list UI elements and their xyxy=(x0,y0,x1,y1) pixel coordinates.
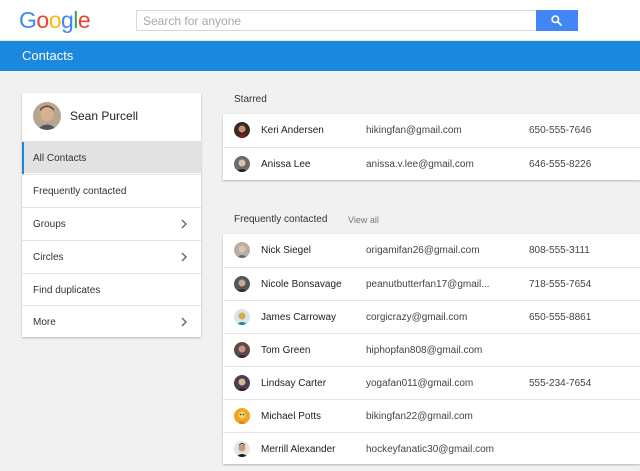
navigation-card: Sean Purcell All Contacts Frequently con… xyxy=(22,93,201,337)
avatar xyxy=(234,156,250,172)
contact-email[interactable]: corgicrazy@gmail.com xyxy=(366,312,467,323)
starred-card: Keri Andersen hikingfan@gmail.com 650-55… xyxy=(223,114,640,180)
nav-item-label: Find duplicates xyxy=(33,285,101,296)
chevron-right-icon xyxy=(181,219,187,229)
avatar xyxy=(234,122,250,138)
avatar xyxy=(234,342,250,358)
contact-row[interactable]: Anissa Lee anissa.v.lee@gmail.com 646-55… xyxy=(223,147,640,180)
contact-email[interactable]: anissa.v.lee@gmail.com xyxy=(366,159,474,170)
contact-row[interactable]: Merrill Alexander hockeyfanatic30@gmail.… xyxy=(223,432,640,465)
avatar xyxy=(234,242,250,258)
contact-email[interactable]: peanutbutterfan17@gmail... xyxy=(366,279,490,290)
contact-name: Nick Siegel xyxy=(261,245,312,256)
nav-item-label: All Contacts xyxy=(33,153,87,164)
nav-item-more[interactable]: More xyxy=(22,305,201,337)
logo-letter: e xyxy=(77,7,91,33)
contact-row[interactable]: Tom Green hiphopfan808@gmail.com xyxy=(223,333,640,366)
avatar xyxy=(234,276,250,292)
nav-item-label: Circles xyxy=(33,252,64,263)
contact-row[interactable]: Lindsay Carter yogafan011@gmail.com 555-… xyxy=(223,366,640,399)
logo-letter: G xyxy=(19,7,37,33)
contact-email[interactable]: yogafan011@gmail.com xyxy=(366,378,473,389)
nav-item-frequently-contacted[interactable]: Frequently contacted xyxy=(22,174,201,206)
starred-heading: Starred xyxy=(234,94,267,105)
contact-email[interactable]: hiphopfan808@gmail.com xyxy=(366,345,482,356)
nav-item-label: Groups xyxy=(33,219,66,230)
contact-row[interactable]: Nick Siegel origamifan26@gmail.com 808-5… xyxy=(223,234,640,267)
contact-phone[interactable]: 650-555-7646 xyxy=(529,125,591,136)
page-title: Contacts xyxy=(22,48,74,63)
contact-row[interactable]: Keri Andersen hikingfan@gmail.com 650-55… xyxy=(223,114,640,147)
contact-row[interactable]: James Carroway corgicrazy@gmail.com 650-… xyxy=(223,300,640,333)
profile-header[interactable]: Sean Purcell xyxy=(22,93,201,141)
contact-name: James Carroway xyxy=(261,312,337,323)
logo-letter: g xyxy=(60,7,74,33)
search-button[interactable] xyxy=(536,10,578,31)
logo-letter: o xyxy=(48,7,62,33)
logo-letter: o xyxy=(36,7,49,33)
contact-phone[interactable]: 646-555-8226 xyxy=(529,159,591,170)
frequent-heading: Frequently contacted xyxy=(234,214,328,225)
contact-row[interactable]: Nicole Bonsavage peanutbutterfan17@gmail… xyxy=(223,267,640,300)
avatar xyxy=(234,375,250,391)
search-box xyxy=(136,10,578,31)
nav-item-circles[interactable]: Circles xyxy=(22,240,201,272)
contact-name: Lindsay Carter xyxy=(261,378,327,389)
contact-phone[interactable]: 650-555-8861 xyxy=(529,312,591,323)
contact-phone[interactable]: 718-555-7654 xyxy=(529,279,591,290)
search-input[interactable] xyxy=(137,11,537,30)
frequent-card: Nick Siegel origamifan26@gmail.com 808-5… xyxy=(223,234,640,464)
top-bar: Google xyxy=(0,0,640,41)
contact-phone[interactable]: 555-234-7654 xyxy=(529,378,591,389)
contact-name: Merrill Alexander xyxy=(261,444,336,455)
contact-email[interactable]: hikingfan@gmail.com xyxy=(366,125,462,136)
nav-item-groups[interactable]: Groups xyxy=(22,207,201,239)
contact-email[interactable]: hockeyfanatic30@gmail.com xyxy=(366,444,494,455)
nav-item-label: More xyxy=(33,317,56,328)
nav-item-find-duplicates[interactable]: Find duplicates xyxy=(22,273,201,305)
contact-name: Nicole Bonsavage xyxy=(261,279,342,290)
contact-name: Anissa Lee xyxy=(261,159,311,170)
search-icon xyxy=(551,15,562,26)
google-logo[interactable]: Google xyxy=(19,7,91,34)
app-header: Contacts xyxy=(0,41,640,71)
avatar xyxy=(33,102,61,130)
nav-item-all-contacts[interactable]: All Contacts xyxy=(22,141,201,174)
profile-name: Sean Purcell xyxy=(70,109,139,123)
chevron-right-icon xyxy=(181,252,187,262)
contact-row[interactable]: Michael Potts bikingfan22@gmail.com xyxy=(223,399,640,432)
contact-name: Michael Potts xyxy=(261,411,322,422)
contact-name: Keri Andersen xyxy=(261,125,324,136)
view-all-link[interactable]: View all xyxy=(348,215,379,225)
avatar xyxy=(234,309,250,325)
contact-email[interactable]: origamifan26@gmail.com xyxy=(366,245,480,256)
chevron-right-icon xyxy=(181,317,187,327)
contact-email[interactable]: bikingfan22@gmail.com xyxy=(366,411,473,422)
contact-phone[interactable]: 808-555-3111 xyxy=(529,245,590,256)
contact-name: Tom Green xyxy=(261,345,311,356)
avatar xyxy=(234,408,250,424)
nav-item-label: Frequently contacted xyxy=(33,186,127,197)
avatar xyxy=(234,441,250,457)
